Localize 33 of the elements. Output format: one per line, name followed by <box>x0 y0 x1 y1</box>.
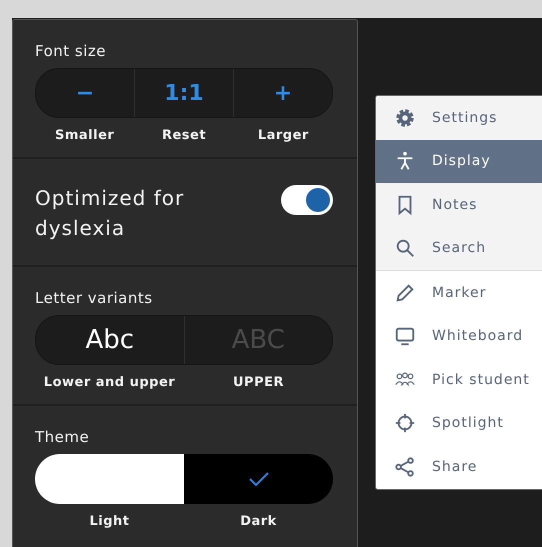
letter-variant-option[interactable]: Abc <box>36 316 184 364</box>
font-size-button[interactable]: + <box>233 69 332 117</box>
menu-item[interactable]: Share <box>376 445 542 488</box>
menu-item[interactable]: Notes <box>376 183 542 226</box>
menu-item[interactable]: Settings <box>376 96 542 140</box>
section-title: Theme <box>35 428 90 446</box>
search-icon <box>394 237 416 260</box>
check-icon <box>248 471 270 487</box>
menu-item[interactable]: Spotlight <box>376 402 542 445</box>
option-label: Dark <box>239 514 278 529</box>
button-label: Reset <box>160 128 208 143</box>
crosshair-icon <box>394 412 416 434</box>
section-title: Font size <box>35 42 108 60</box>
toggle-label: Optimized for dyslexia <box>35 185 186 242</box>
option-label: Light <box>88 514 130 529</box>
menu-item[interactable]: Marker <box>376 271 542 314</box>
pencil-icon <box>394 282 416 304</box>
font-size-button[interactable]: − <box>36 69 134 117</box>
option-label: UPPER <box>232 375 285 390</box>
menu-item[interactable]: Display <box>376 140 542 183</box>
toggle-switch[interactable] <box>281 185 333 215</box>
section-title: Letter variants <box>35 289 154 307</box>
monitor-icon <box>394 325 416 348</box>
font-size-button[interactable]: 1:1 <box>134 69 233 117</box>
menu-item[interactable]: Whiteboard <box>376 314 542 358</box>
gear-icon <box>394 106 416 129</box>
theme-option[interactable] <box>35 454 184 504</box>
share-icon <box>394 456 416 478</box>
option-label: Lower and upper <box>42 375 176 390</box>
button-label: Larger <box>256 128 310 143</box>
menu-item[interactable]: Search <box>376 226 542 270</box>
menu-item[interactable]: Pick student <box>376 358 542 402</box>
button-label: Smaller <box>54 128 116 143</box>
